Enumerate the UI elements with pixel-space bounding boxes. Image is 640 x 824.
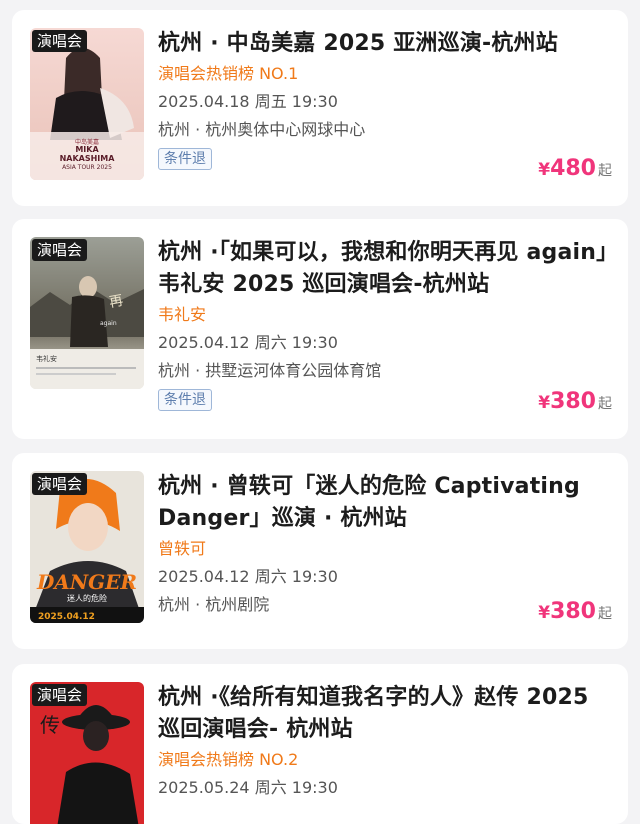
event-card[interactable]: 演唱会 再 韦礼安 again 杭州 ·「如果可以，我想和你明天再见 again… (12, 219, 628, 439)
event-poster[interactable]: 演唱会 再 韦礼安 again (30, 237, 144, 389)
event-title[interactable]: 杭州 · 中岛美嘉 2025 亚洲巡演-杭州站 (158, 28, 614, 60)
event-venue: 杭州 · 拱墅运河体育公园体育馆 (158, 361, 382, 380)
svg-text:again: again (100, 320, 117, 327)
event-title[interactable]: 杭州 ·「如果可以，我想和你明天再见 again」韦礼安 2025 巡回演唱会-… (158, 237, 614, 301)
refund-tag: 条件退 (158, 389, 212, 411)
event-price: ¥480 起 (538, 156, 612, 181)
event-subtitle: 曾轶可 (158, 539, 207, 558)
event-card[interactable]: 演唱会 DANGER 迷人的危险 2025.04.12 杭州 · 曾轶可「迷人的… (12, 453, 628, 649)
svg-text:传: 传 (40, 713, 60, 737)
event-datetime: 2025.04.12 周六 19:30 (158, 567, 338, 586)
event-card[interactable]: 演唱会 传 杭州 ·《给所有知道我名字的人》赵传 2025 巡回演唱会- 杭州站… (12, 664, 628, 824)
category-badge: 演唱会 (32, 473, 88, 495)
category-badge: 演唱会 (32, 239, 88, 261)
event-poster[interactable]: 演唱会 传 (30, 682, 144, 824)
event-datetime: 2025.04.18 周五 19:30 (158, 92, 338, 111)
event-info: 杭州 ·《给所有知道我名字的人》赵传 2025 巡回演唱会- 杭州站 演唱会热销… (158, 668, 614, 824)
svg-text:ASIA TOUR 2025: ASIA TOUR 2025 (62, 164, 112, 171)
event-subtitle: 演唱会热销榜 NO.2 (158, 750, 299, 769)
event-venue: 杭州 · 杭州奥体中心网球中心 (158, 120, 366, 139)
category-badge: 演唱会 (32, 30, 88, 52)
svg-text:DANGER: DANGER (36, 570, 137, 594)
svg-text:NAKASHIMA: NAKASHIMA (60, 154, 116, 163)
event-datetime: 2025.05.24 周六 19:30 (158, 778, 338, 797)
event-price: ¥380 起 (538, 389, 612, 414)
category-badge: 演唱会 (32, 684, 88, 706)
event-subtitle: 演唱会热销榜 NO.1 (158, 64, 299, 83)
refund-tag: 条件退 (158, 148, 212, 170)
svg-text:2025.04.12: 2025.04.12 (38, 612, 95, 622)
svg-text:韦礼安: 韦礼安 (36, 354, 57, 363)
event-poster[interactable]: 演唱会 DANGER 迷人的危险 2025.04.12 (30, 471, 144, 623)
svg-text:迷人的危险: 迷人的危险 (67, 593, 107, 603)
event-price: ¥380 起 (538, 599, 612, 624)
event-poster[interactable]: 演唱会 中岛美嘉 MIKA NAKASHIMA ASIA TOUR 2025 (30, 28, 144, 180)
event-title[interactable]: 杭州 ·《给所有知道我名字的人》赵传 2025 巡回演唱会- 杭州站 (158, 682, 614, 746)
event-title[interactable]: 杭州 · 曾轶可「迷人的危险 Captivating Danger」巡演 · 杭… (158, 471, 614, 535)
event-subtitle: 韦礼安 (158, 305, 207, 324)
event-card[interactable]: 演唱会 中岛美嘉 MIKA NAKASHIMA ASIA TOUR 2025 杭… (12, 10, 628, 206)
svg-text:MIKA: MIKA (75, 145, 99, 154)
svg-text:再: 再 (108, 293, 125, 311)
event-datetime: 2025.04.12 周六 19:30 (158, 333, 338, 352)
